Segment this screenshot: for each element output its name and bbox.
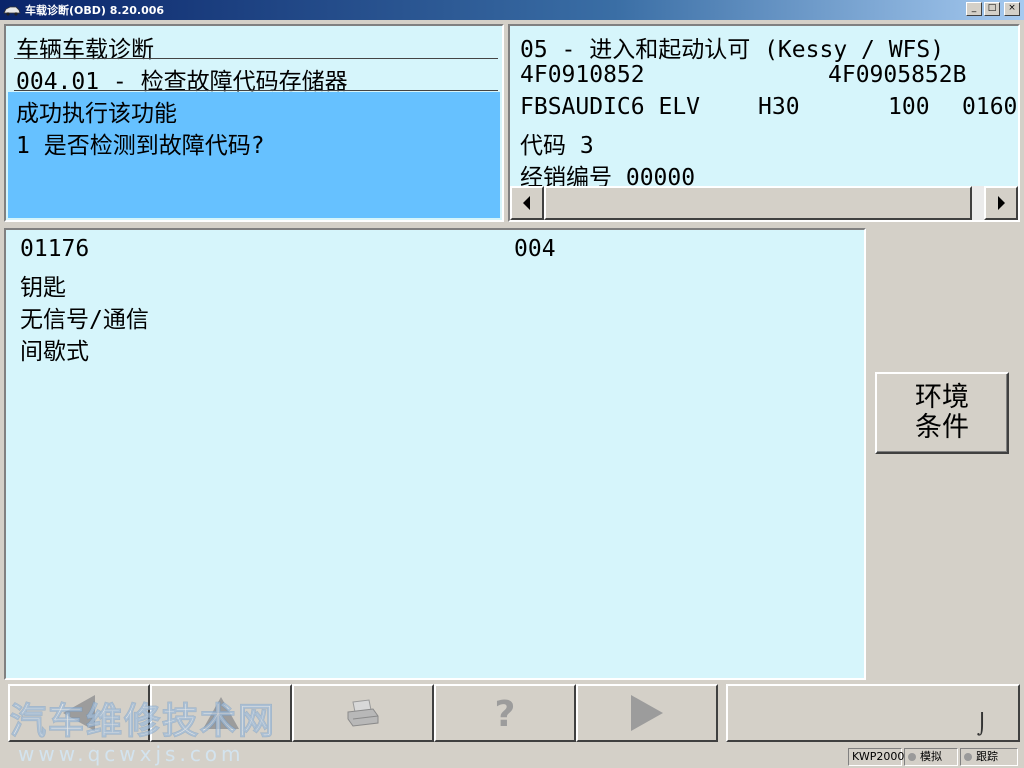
close-button[interactable]: × <box>1004 2 1020 16</box>
toolbar-empty-area: ⌡ <box>726 684 1020 742</box>
module-info-panel: 05 - 进入和起动认可 (Kessy / WFS) 4F0910852 4F0… <box>508 24 1020 222</box>
divider <box>14 90 498 91</box>
function-panel: 车辆车载诊断 004.01 - 检查故障代码存储器 成功执行该功能 1 是否检测… <box>4 24 504 222</box>
help-icon: ? <box>495 694 516 732</box>
trace-indicator: 跟踪 <box>960 748 1018 766</box>
hardware-version: H30 <box>758 94 800 120</box>
up-arrow-icon <box>203 697 239 729</box>
minimize-button[interactable]: _ <box>966 2 982 16</box>
env-button-label-1: 环境 <box>915 382 969 413</box>
divider <box>14 58 498 59</box>
forward-arrow-icon <box>631 695 663 731</box>
print-button[interactable] <box>292 684 434 742</box>
scroll-thumb[interactable] <box>544 186 972 220</box>
window-title: 车载诊断(OBD) 8.20.006 <box>25 4 165 17</box>
fault-question: 1 是否检测到故障代码? <box>16 133 265 159</box>
software-version: 100 <box>888 94 930 120</box>
status-led-icon <box>964 753 972 761</box>
toolbar-grip: ⌡ <box>975 712 988 736</box>
help-button[interactable]: ? <box>434 684 576 742</box>
scroll-right-icon <box>998 196 1005 210</box>
fault-mode: 间歇式 <box>20 339 89 365</box>
fault-type: 无信号/通信 <box>20 307 149 333</box>
environment-conditions-button[interactable]: 环境 条件 <box>875 372 1009 454</box>
scroll-left-button[interactable] <box>510 186 544 220</box>
car-app-icon <box>3 6 21 16</box>
maximize-button[interactable]: □ <box>984 2 1000 16</box>
back-button[interactable] <box>8 684 150 742</box>
scroll-right-button[interactable] <box>984 186 1018 220</box>
printer-icon <box>347 699 379 727</box>
svg-text:?: ? <box>495 694 516 732</box>
window-controls: _ □ × <box>966 2 1020 16</box>
fault-component: 钥匙 <box>20 275 66 301</box>
env-button-label-2: 条件 <box>915 412 969 443</box>
title-bar: 车载诊断(OBD) 8.20.006 _ □ × <box>0 0 1024 20</box>
fault-list-panel: 01176 004 钥匙 无信号/通信 间歇式 <box>4 228 866 680</box>
extra-code: 0160 <box>962 94 1018 120</box>
simulate-indicator: 模拟 <box>904 748 958 766</box>
simulate-label: 模拟 <box>920 750 942 763</box>
trace-label: 跟踪 <box>976 750 998 763</box>
horizontal-scrollbar[interactable] <box>510 186 1018 220</box>
coding-value: 代码 3 <box>520 133 594 159</box>
function-status: 成功执行该功能 <box>16 101 177 127</box>
protocol-label: KWP2000 <box>852 750 905 763</box>
up-button[interactable] <box>150 684 292 742</box>
forward-button[interactable] <box>576 684 718 742</box>
back-arrow-icon <box>63 695 95 731</box>
component-id: FBSAUDIC6 ELV <box>520 94 701 120</box>
status-bar: KWP2000 模拟 跟踪 <box>0 746 1024 768</box>
fault-code[interactable]: 01176 <box>20 236 89 262</box>
bottom-toolbar: ? <box>8 684 718 742</box>
scroll-left-icon <box>523 196 530 210</box>
part-number: 4F0910852 <box>520 62 645 88</box>
module-name: 05 - 进入和起动认可 (Kessy / WFS) <box>520 37 945 63</box>
status-led-icon <box>908 753 916 761</box>
protocol-indicator: KWP2000 <box>848 748 905 766</box>
part-number-2: 4F0905852B <box>828 62 967 88</box>
fault-subcode: 004 <box>514 236 556 262</box>
